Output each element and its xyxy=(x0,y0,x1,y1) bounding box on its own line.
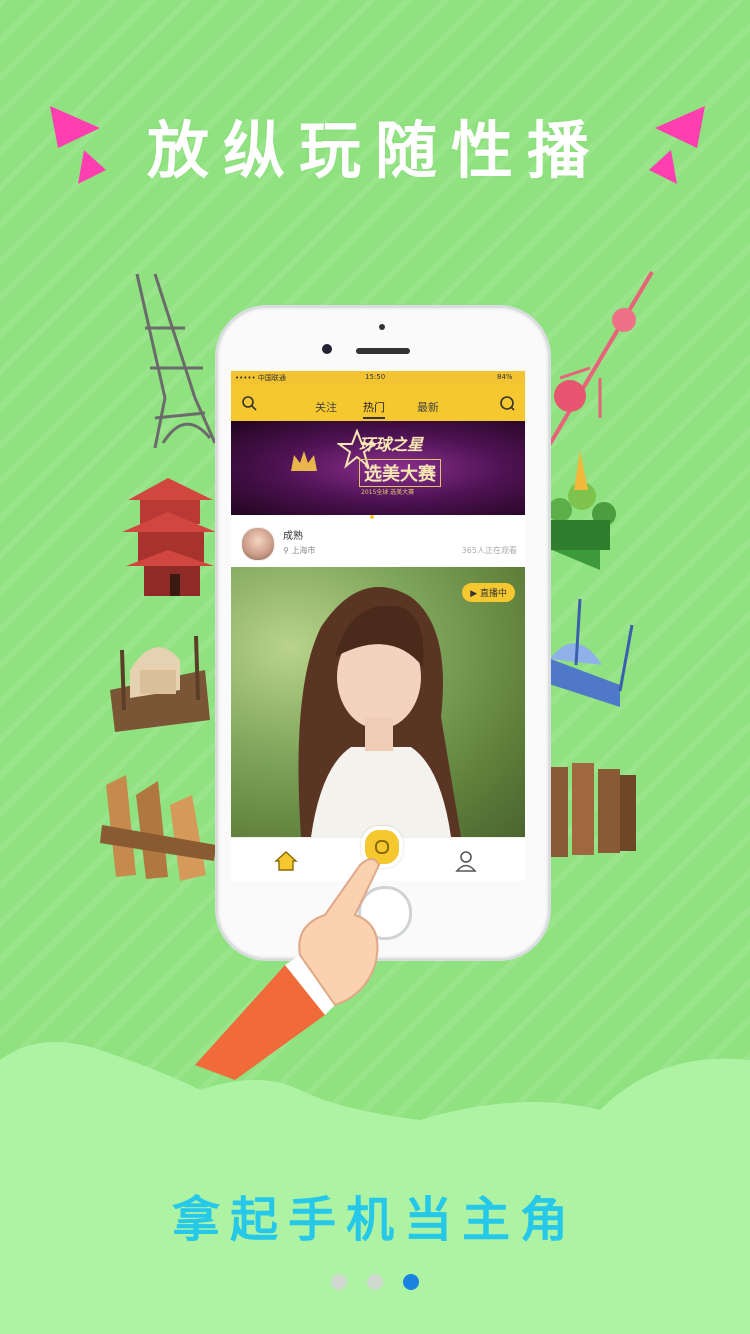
search-icon[interactable] xyxy=(241,395,257,411)
streamer-photo xyxy=(298,587,461,837)
blue-mosque-illustration xyxy=(540,598,634,707)
moai-statues-illustration xyxy=(546,763,636,857)
user-name: 成熟 xyxy=(283,531,303,542)
st-basil-cathedral-illustration xyxy=(540,450,616,570)
earpiece-speaker xyxy=(356,348,410,354)
banner-subtitle: 2015全球 选美大赛 xyxy=(361,489,415,496)
page-dot-active[interactable] xyxy=(403,1274,419,1290)
avatar[interactable] xyxy=(241,527,275,561)
tab-latest[interactable]: 最新 xyxy=(417,399,439,415)
top-tab-bar: 关注 热门 最新 xyxy=(231,385,525,421)
page-indicator xyxy=(0,1274,750,1294)
taj-mahal-illustration xyxy=(110,635,210,732)
page-dot[interactable] xyxy=(331,1274,347,1290)
location-text: 上海市 xyxy=(291,546,316,555)
live-badge: ▶ 直播中 xyxy=(462,583,515,602)
status-battery: 84% xyxy=(497,373,513,381)
banner-dot xyxy=(370,515,374,519)
page-dot[interactable] xyxy=(367,1274,383,1290)
oriental-pearl-tower-illustration xyxy=(548,270,654,446)
status-carrier: ••••• 中国联通 xyxy=(235,374,286,382)
banner-title-2: 选美大赛 xyxy=(359,459,441,487)
tab-hot[interactable]: 热门 xyxy=(363,399,385,419)
profile-icon[interactable] xyxy=(453,848,479,874)
tab-follow[interactable]: 关注 xyxy=(315,399,337,415)
tagline: 拿起手机当主角 xyxy=(171,1192,578,1248)
crown-icon xyxy=(291,451,317,471)
play-icon: ▶ xyxy=(470,589,480,599)
feed-user-row[interactable]: 成熟 ⚲ 上海市 365人正在观看 xyxy=(231,521,525,567)
eiffel-tower-illustration xyxy=(135,273,217,449)
front-camera xyxy=(322,344,332,354)
promo-banner[interactable]: 环球之星 选美大赛 2015全球 选美大赛 xyxy=(231,421,525,519)
viewer-count: 365人正在观看 xyxy=(461,546,517,555)
banner-dot xyxy=(380,515,384,519)
phone-screen: ••••• 中国联通 15:50 84% 关注 热门 最新 环球之星 选美大赛 … xyxy=(231,371,525,881)
pagoda-illustration xyxy=(122,478,216,596)
headline: 放纵玩随性播 xyxy=(146,114,603,187)
status-time: 15:50 xyxy=(365,373,386,381)
message-icon[interactable] xyxy=(499,395,515,411)
banner-title-1: 环球之星 xyxy=(359,435,424,454)
live-stream-photo[interactable]: ▶ 直播中 xyxy=(231,567,525,837)
user-location: ⚲ 上海市 xyxy=(283,545,315,556)
live-badge-label: 直播中 xyxy=(479,589,507,599)
proximity-sensor xyxy=(379,324,385,330)
status-bar: ••••• 中国联通 15:50 84% xyxy=(231,371,525,385)
